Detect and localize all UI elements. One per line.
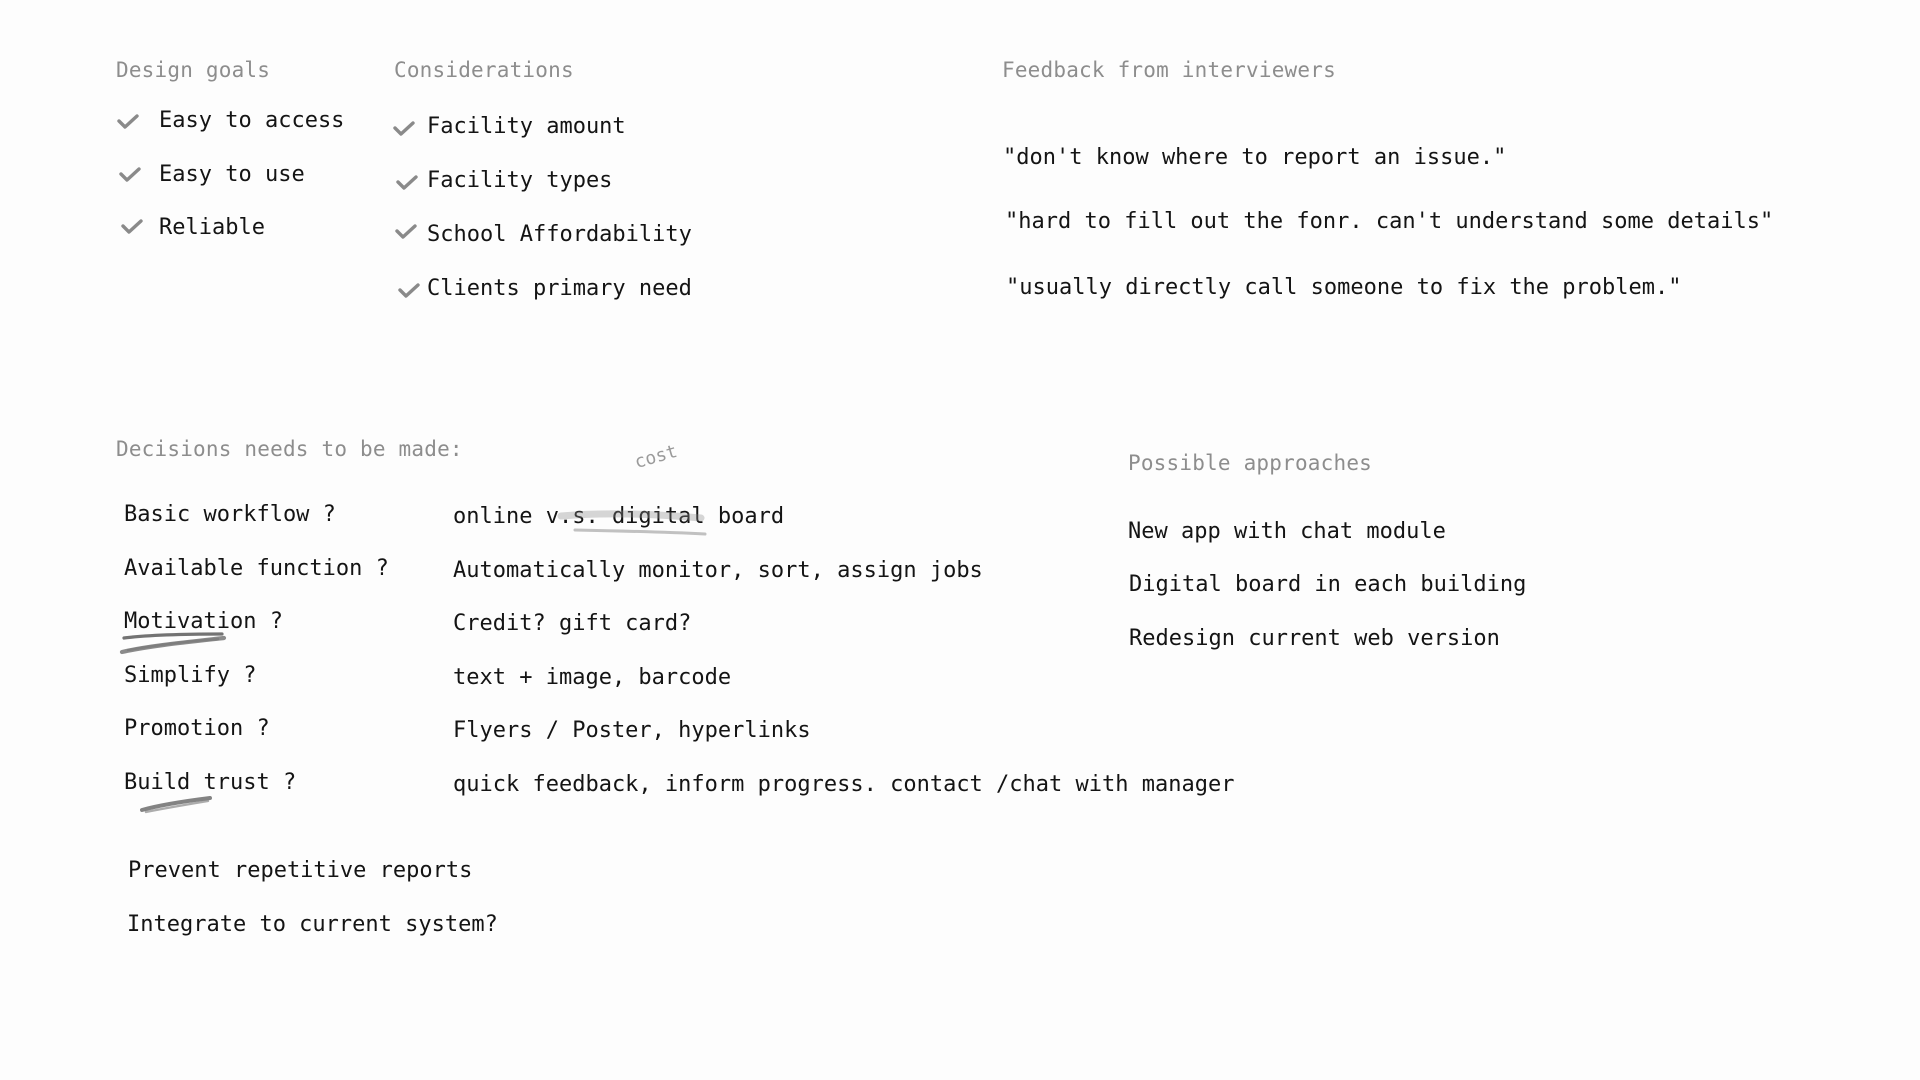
decision-answer: text + image, barcode (453, 665, 732, 690)
design-goals-heading: Design goals (116, 58, 271, 82)
check-icon (121, 219, 143, 235)
check-icon (393, 121, 415, 137)
decision-question: Simplify ? (124, 663, 257, 688)
consideration-item: Facility types (427, 168, 613, 193)
feedback-quote: "hard to fill out the fonr. can't unders… (1005, 209, 1774, 234)
decision-answer: Credit? gift card? (453, 611, 692, 636)
decision-question: Build trust ? (124, 770, 297, 795)
design-goal-item: Easy to access (159, 108, 345, 133)
check-icon (119, 167, 141, 183)
decision-question: Basic workflow ? (124, 502, 336, 527)
design-goal-item: Reliable (159, 215, 265, 240)
decisions-heading: Decisions needs to be made: (116, 437, 463, 461)
consideration-item: School Affordability (427, 222, 692, 247)
decision-answer: online v.s. digital board (453, 504, 785, 529)
approach-item: Redesign current web version (1129, 626, 1500, 651)
decision-question: Motivation ? (124, 609, 283, 634)
check-icon (398, 283, 420, 299)
decision-answer: quick feedback, inform progress. contact… (453, 772, 1235, 797)
considerations-heading: Considerations (394, 58, 574, 82)
trust-underline-scribble (140, 796, 212, 814)
decision-question: Promotion ? (124, 716, 270, 741)
decision-question: Available function ? (124, 556, 389, 581)
feedback-quote: "usually directly call someone to fix th… (1006, 275, 1682, 300)
check-icon (395, 224, 417, 240)
feedback-heading: Feedback from interviewers (1002, 58, 1336, 82)
cost-annotation: cost (632, 440, 680, 473)
feedback-quote: "don't know where to report an issue." (1003, 145, 1507, 170)
approach-item: Digital board in each building (1129, 572, 1527, 597)
decision-extra: Integrate to current system? (127, 912, 498, 937)
decision-extra: Prevent repetitive reports (128, 858, 473, 883)
check-icon (396, 175, 418, 191)
approaches-heading: Possible approaches (1128, 451, 1373, 475)
consideration-item: Clients primary need (427, 276, 692, 301)
check-icon (117, 114, 139, 130)
design-goal-item: Easy to use (159, 162, 305, 187)
decision-answer: Flyers / Poster, hyperlinks (453, 718, 811, 743)
consideration-item: Facility amount (427, 114, 626, 139)
decision-answer: Automatically monitor, sort, assign jobs (453, 558, 983, 583)
approach-item: New app with chat module (1128, 519, 1446, 544)
